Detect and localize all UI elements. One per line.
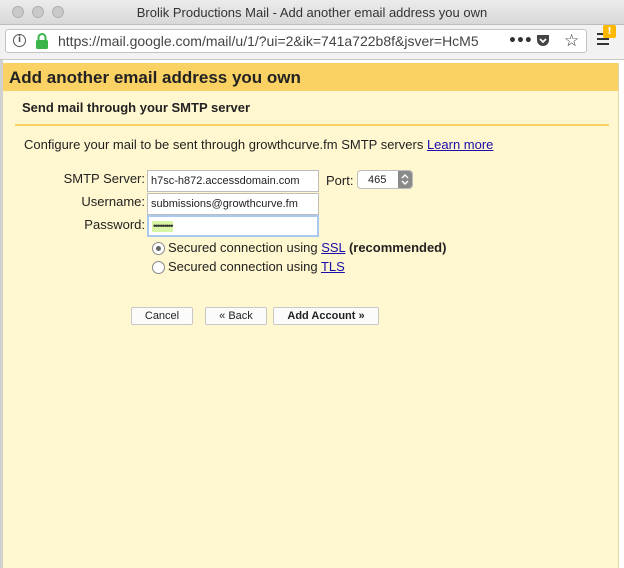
back-button[interactable]: « Back — [205, 307, 267, 325]
page-actions-icon[interactable]: ••• — [508, 33, 533, 49]
lock-icon[interactable] — [35, 33, 49, 49]
dialog-title: Add another email address you own — [9, 68, 301, 87]
add-account-button[interactable]: Add Account » — [273, 307, 379, 325]
ssl-text: Secured connection using — [168, 240, 322, 255]
username-label: Username: — [81, 194, 145, 209]
bookmark-star-icon[interactable]: ☆ — [564, 31, 579, 51]
url-fade — [476, 31, 504, 51]
pocket-icon[interactable] — [536, 34, 550, 48]
description: Configure your mail to be sent through g… — [24, 137, 493, 152]
ssl-option[interactable]: Secured connection using SSL (recommende… — [168, 240, 446, 255]
update-badge-icon: ! — [603, 25, 616, 38]
smtp-server-input[interactable]: h7sc-h872.accessdomain.com — [147, 170, 319, 192]
info-icon[interactable]: i — [13, 34, 26, 47]
port-select[interactable]: 465 — [357, 170, 413, 189]
address-bar[interactable]: i https://mail.google.com/mail/u/1/?ui=2… — [5, 29, 587, 53]
username-input[interactable]: submissions@growthcurve.fm — [147, 193, 319, 215]
window-titlebar: Brolik Productions Mail - Add another em… — [0, 0, 624, 25]
url-text[interactable]: https://mail.google.com/mail/u/1/?ui=2&i… — [58, 33, 504, 49]
port-stepper-icon[interactable] — [398, 171, 412, 188]
tls-text: Secured connection using — [168, 259, 321, 274]
smtp-server-label: SMTP Server: — [63, 171, 145, 186]
tls-radio[interactable] — [152, 261, 165, 274]
description-text: Configure your mail to be sent through g… — [24, 137, 427, 152]
tls-option[interactable]: Secured connection using TLS — [168, 259, 345, 274]
page-content: Add another email address you own Send m… — [0, 60, 624, 568]
section-divider — [15, 124, 609, 126]
recommended-note: (recommended) — [348, 240, 447, 255]
window-title: Brolik Productions Mail - Add another em… — [136, 5, 488, 20]
password-input[interactable]: ••••••••• — [147, 215, 319, 237]
ssl-link[interactable]: SSL — [321, 240, 345, 255]
password-label: Password: — [84, 217, 145, 232]
browser-toolbar: i https://mail.google.com/mail/u/1/?ui=2… — [0, 25, 624, 60]
add-email-dialog: Add another email address you own Send m… — [3, 63, 619, 568]
cancel-button[interactable]: Cancel — [131, 307, 193, 325]
port-value: 465 — [368, 174, 387, 186]
ssl-radio[interactable] — [152, 242, 165, 255]
port-label: Port: — [326, 173, 354, 188]
learn-more-link[interactable]: Learn more — [427, 137, 493, 152]
password-dots: ••••••••• — [152, 221, 173, 232]
dialog-header: Add another email address you own — [3, 63, 618, 91]
tls-link[interactable]: TLS — [321, 259, 345, 274]
section-title: Send mail through your SMTP server — [22, 100, 251, 115]
